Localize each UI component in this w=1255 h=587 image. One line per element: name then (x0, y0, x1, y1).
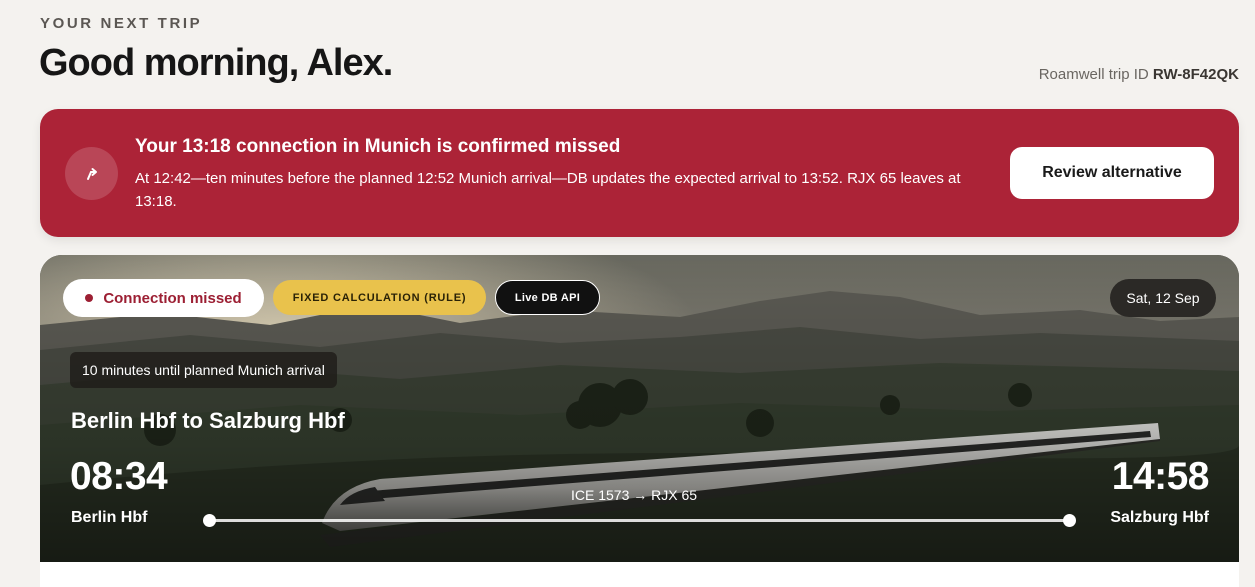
journey-line (209, 519, 1069, 522)
greeting-title: Good morning, Alex. (39, 42, 393, 84)
live-db-api-badge: Live DB API (495, 280, 600, 315)
train-numbers: ICE 1573 → RJX 65 (571, 487, 698, 503)
review-alternative-button[interactable]: Review alternative (1010, 147, 1214, 199)
arrival-dot (1063, 514, 1076, 527)
missed-connection-alert: Your 13:18 connection in Munich is confi… (40, 109, 1239, 237)
departure-station: Berlin Hbf (71, 509, 148, 526)
route-title: Berlin Hbf to Salzburg Hbf (71, 408, 345, 433)
arrival-time: 14:58 (1111, 455, 1210, 498)
trip-hero-card: Connection missed FIXED CALCULATION (RUL… (40, 255, 1239, 587)
status-dot-icon (85, 294, 94, 302)
connection-missed-badge: Connection missed (63, 279, 264, 317)
departure-time: 08:34 (70, 455, 168, 498)
redirect-arrow-icon (65, 147, 118, 200)
departure-dot (203, 514, 216, 527)
connection-missed-label: Connection missed (103, 289, 242, 307)
countdown-chip: 10 minutes until planned Munich arrival (70, 352, 337, 388)
alert-body: At 12:42—ten minutes before the planned … (135, 170, 961, 210)
trip-date-badge: Sat, 12 Sep (1110, 279, 1216, 317)
card-body (40, 562, 1239, 587)
eyebrow-label: YOUR NEXT TRIP (40, 15, 203, 32)
arrival-station: Salzburg Hbf (1110, 509, 1209, 526)
trip-id-value: RW-8F42QK (1152, 66, 1239, 83)
trip-id: Roamwell trip ID RW-8F42QK (1039, 66, 1239, 83)
alert-title: Your 13:18 connection in Munich is confi… (135, 136, 621, 157)
trip-id-label: Roamwell trip ID (1038, 66, 1149, 83)
fixed-calculation-badge: FIXED CALCULATION (RULE) (273, 280, 486, 315)
